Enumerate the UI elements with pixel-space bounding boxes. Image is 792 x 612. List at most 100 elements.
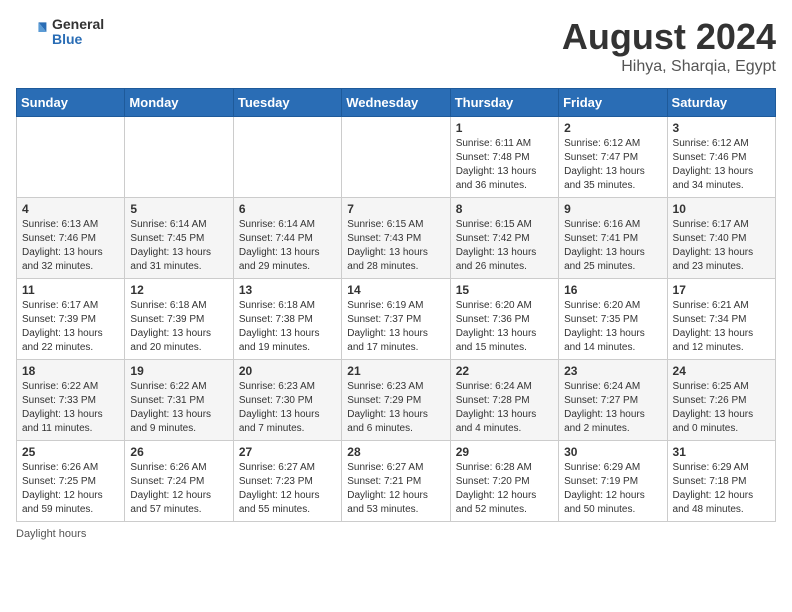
day-number: 20 — [239, 364, 336, 378]
calendar-day-cell: 18Sunrise: 6:22 AMSunset: 7:33 PMDayligh… — [17, 360, 125, 441]
calendar-header-row: SundayMondayTuesdayWednesdayThursdayFrid… — [17, 89, 776, 117]
day-info: Sunrise: 6:16 AMSunset: 7:41 PMDaylight:… — [564, 218, 661, 274]
day-info: Sunrise: 6:21 AMSunset: 7:34 PMDaylight:… — [673, 299, 770, 355]
calendar-day-cell — [125, 117, 233, 198]
calendar-day-cell: 2 Sunrise: 6:12 AMSunset: 7:47 PMDaylight… — [559, 117, 667, 198]
logo-icon — [16, 16, 48, 48]
day-number: 9 — [564, 202, 661, 216]
calendar-col-header: Tuesday — [233, 89, 341, 117]
day-info: Sunrise: 6:20 AMSunset: 7:36 PMDaylight:… — [456, 299, 553, 355]
day-number: 14 — [347, 283, 444, 297]
calendar-day-cell: 5 Sunrise: 6:14 AMSunset: 7:45 PMDaylight… — [125, 198, 233, 279]
calendar-day-cell: 15 Sunrise: 6:20 AMSunset: 7:36 PMDayligh… — [450, 279, 558, 360]
calendar-day-cell: 25Sunrise: 6:26 AMSunset: 7:25 PMDayligh… — [17, 441, 125, 522]
logo-general-text: General — [52, 17, 104, 32]
calendar-week-row: 1 Sunrise: 6:11 AMSunset: 7:48 PMDaylight… — [17, 117, 776, 198]
calendar-day-cell: 6Sunrise: 6:14 AMSunset: 7:44 PMDaylight… — [233, 198, 341, 279]
calendar-week-row: 25Sunrise: 6:26 AMSunset: 7:25 PMDayligh… — [17, 441, 776, 522]
day-info: Sunrise: 6:23 AMSunset: 7:30 PMDaylight:… — [239, 380, 336, 436]
calendar-col-header: Thursday — [450, 89, 558, 117]
day-number: 1 — [456, 121, 553, 135]
day-number: 12 — [130, 283, 227, 297]
calendar-col-header: Saturday — [667, 89, 775, 117]
day-number: 2 — [564, 121, 661, 135]
day-info: Sunrise: 6:25 AMSunset: 7:26 PMDaylight:… — [673, 380, 770, 436]
day-number: 31 — [673, 445, 770, 459]
calendar-day-cell — [342, 117, 450, 198]
day-info: Sunrise: 6:26 AMSunset: 7:25 PMDaylight:… — [22, 461, 119, 517]
calendar-day-cell: 4 Sunrise: 6:13 AMSunset: 7:46 PMDaylight… — [17, 198, 125, 279]
day-info: Sunrise: 6:17 AMSunset: 7:39 PMDaylight:… — [22, 299, 119, 355]
calendar-day-cell: 23 Sunrise: 6:24 AMSunset: 7:27 PMDayligh… — [559, 360, 667, 441]
calendar-day-cell: 22 Sunrise: 6:24 AMSunset: 7:28 PMDayligh… — [450, 360, 558, 441]
day-number: 23 — [564, 364, 661, 378]
day-number: 28 — [347, 445, 444, 459]
calendar-day-cell — [17, 117, 125, 198]
day-number: 10 — [673, 202, 770, 216]
calendar-week-row: 18Sunrise: 6:22 AMSunset: 7:33 PMDayligh… — [17, 360, 776, 441]
calendar-day-cell: 31 Sunrise: 6:29 AMSunset: 7:18 PMDayligh… — [667, 441, 775, 522]
daylight-label: Daylight hours — [16, 528, 86, 540]
calendar-day-cell: 13Sunrise: 6:18 AMSunset: 7:38 PMDayligh… — [233, 279, 341, 360]
day-number: 21 — [347, 364, 444, 378]
calendar-day-cell: 17Sunrise: 6:21 AMSunset: 7:34 PMDayligh… — [667, 279, 775, 360]
day-info: Sunrise: 6:12 AMSunset: 7:47 PMDaylight:… — [564, 137, 661, 193]
day-info: Sunrise: 6:29 AMSunset: 7:19 PMDaylight:… — [564, 461, 661, 517]
day-number: 24 — [673, 364, 770, 378]
day-number: 22 — [456, 364, 553, 378]
calendar-col-header: Sunday — [17, 89, 125, 117]
calendar-day-cell: 24 Sunrise: 6:25 AMSunset: 7:26 PMDayligh… — [667, 360, 775, 441]
calendar-day-cell: 8 Sunrise: 6:15 AMSunset: 7:42 PMDaylight… — [450, 198, 558, 279]
day-info: Sunrise: 6:15 AMSunset: 7:43 PMDaylight:… — [347, 218, 444, 274]
logo-blue-text: Blue — [52, 32, 104, 47]
calendar-day-cell: 27Sunrise: 6:27 AMSunset: 7:23 PMDayligh… — [233, 441, 341, 522]
footer: Daylight hours — [16, 528, 776, 540]
calendar-day-cell: 26Sunrise: 6:26 AMSunset: 7:24 PMDayligh… — [125, 441, 233, 522]
calendar-day-cell: 30Sunrise: 6:29 AMSunset: 7:19 PMDayligh… — [559, 441, 667, 522]
day-number: 8 — [456, 202, 553, 216]
calendar-day-cell: 29Sunrise: 6:28 AMSunset: 7:20 PMDayligh… — [450, 441, 558, 522]
day-number: 4 — [22, 202, 119, 216]
day-number: 11 — [22, 283, 119, 297]
day-info: Sunrise: 6:27 AMSunset: 7:23 PMDaylight:… — [239, 461, 336, 517]
day-info: Sunrise: 6:11 AMSunset: 7:48 PMDaylight:… — [456, 137, 553, 193]
day-info: Sunrise: 6:14 AMSunset: 7:44 PMDaylight:… — [239, 218, 336, 274]
day-info: Sunrise: 6:24 AMSunset: 7:28 PMDaylight:… — [456, 380, 553, 436]
calendar-day-cell: 9 Sunrise: 6:16 AMSunset: 7:41 PMDaylight… — [559, 198, 667, 279]
calendar-day-cell: 11 Sunrise: 6:17 AMSunset: 7:39 PMDayligh… — [17, 279, 125, 360]
day-number: 15 — [456, 283, 553, 297]
calendar-day-cell: 14 Sunrise: 6:19 AMSunset: 7:37 PMDayligh… — [342, 279, 450, 360]
logo-text: General Blue — [52, 17, 104, 48]
calendar-day-cell: 21Sunrise: 6:23 AMSunset: 7:29 PMDayligh… — [342, 360, 450, 441]
day-info: Sunrise: 6:19 AMSunset: 7:37 PMDaylight:… — [347, 299, 444, 355]
calendar-day-cell: 10Sunrise: 6:17 AMSunset: 7:40 PMDayligh… — [667, 198, 775, 279]
calendar-day-cell: 28 Sunrise: 6:27 AMSunset: 7:21 PMDayligh… — [342, 441, 450, 522]
calendar-day-cell: 3 Sunrise: 6:12 AMSunset: 7:46 PMDaylight… — [667, 117, 775, 198]
day-info: Sunrise: 6:20 AMSunset: 7:35 PMDaylight:… — [564, 299, 661, 355]
sub-title: Hihya, Sharqia, Egypt — [562, 58, 776, 76]
day-info: Sunrise: 6:27 AMSunset: 7:21 PMDaylight:… — [347, 461, 444, 517]
day-info: Sunrise: 6:14 AMSunset: 7:45 PMDaylight:… — [130, 218, 227, 274]
calendar-table: SundayMondayTuesdayWednesdayThursdayFrid… — [16, 88, 776, 522]
calendar-day-cell: 20 Sunrise: 6:23 AMSunset: 7:30 PMDayligh… — [233, 360, 341, 441]
day-info: Sunrise: 6:22 AMSunset: 7:33 PMDaylight:… — [22, 380, 119, 436]
day-info: Sunrise: 6:28 AMSunset: 7:20 PMDaylight:… — [456, 461, 553, 517]
day-info: Sunrise: 6:22 AMSunset: 7:31 PMDaylight:… — [130, 380, 227, 436]
day-number: 5 — [130, 202, 227, 216]
day-info: Sunrise: 6:15 AMSunset: 7:42 PMDaylight:… — [456, 218, 553, 274]
calendar-week-row: 4 Sunrise: 6:13 AMSunset: 7:46 PMDaylight… — [17, 198, 776, 279]
day-number: 7 — [347, 202, 444, 216]
day-number: 26 — [130, 445, 227, 459]
calendar-col-header: Friday — [559, 89, 667, 117]
day-number: 19 — [130, 364, 227, 378]
day-info: Sunrise: 6:13 AMSunset: 7:46 PMDaylight:… — [22, 218, 119, 274]
calendar-week-row: 11 Sunrise: 6:17 AMSunset: 7:39 PMDayligh… — [17, 279, 776, 360]
calendar-day-cell: 7 Sunrise: 6:15 AMSunset: 7:43 PMDaylight… — [342, 198, 450, 279]
page-header: General Blue August 2024 Hihya, Sharqia,… — [16, 16, 776, 76]
day-info: Sunrise: 6:12 AMSunset: 7:46 PMDaylight:… — [673, 137, 770, 193]
main-title: August 2024 — [562, 16, 776, 58]
day-number: 3 — [673, 121, 770, 135]
logo: General Blue — [16, 16, 104, 48]
day-info: Sunrise: 6:24 AMSunset: 7:27 PMDaylight:… — [564, 380, 661, 436]
day-info: Sunrise: 6:29 AMSunset: 7:18 PMDaylight:… — [673, 461, 770, 517]
